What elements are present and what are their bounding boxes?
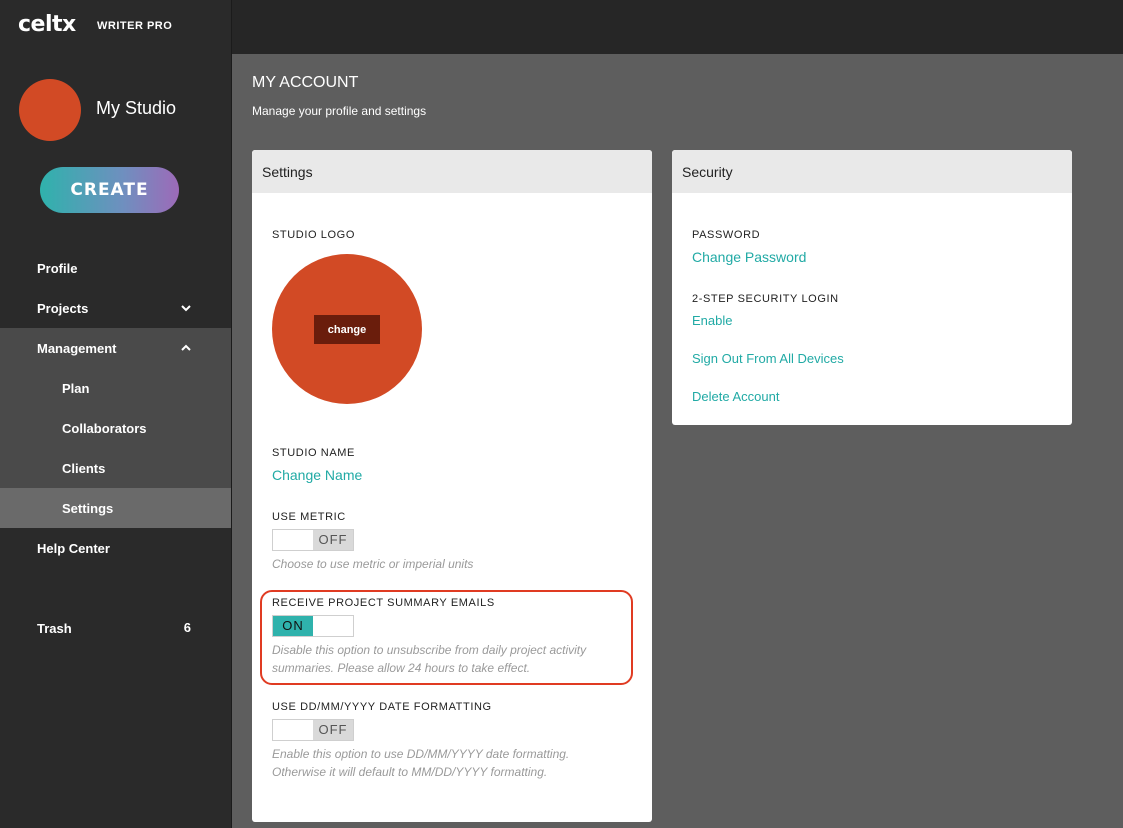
enable-two-step-link[interactable]: Enable <box>692 313 732 328</box>
studio-logo-label: STUDIO LOGO <box>272 229 355 241</box>
date-format-toggle[interactable]: OFF <box>272 719 354 741</box>
toggle-knob <box>273 530 313 550</box>
studio-logo-image: change <box>272 254 422 404</box>
sidebar-item-profile[interactable]: Profile <box>0 248 231 288</box>
top-bar <box>232 0 1123 54</box>
summary-emails-hint-line-1: Disable this option to unsubscribe from … <box>272 643 587 657</box>
sidebar-item-management[interactable]: Management <box>0 328 231 368</box>
date-format-hint-line-2: Otherwise it will default to MM/DD/YYYY … <box>272 765 548 779</box>
password-label: PASSWORD <box>692 229 761 241</box>
date-format-hint-line-1: Enable this option to use DD/MM/YYYY dat… <box>272 747 570 761</box>
sidebar-item-trash[interactable]: Trash 6 <box>0 608 231 648</box>
security-card: Security PASSWORD Change Password 2-STEP… <box>672 150 1072 425</box>
toggle-state: OFF <box>313 530 353 550</box>
sidebar-item-label: Projects <box>37 300 89 316</box>
sidebar-item-label: Collaborators <box>62 420 147 436</box>
sidebar-item-label: Trash <box>37 620 72 636</box>
chevron-up-icon[interactable] <box>179 341 193 355</box>
sidebar-item-plan[interactable]: Plan <box>0 368 231 408</box>
sidebar-item-label: Help Center <box>37 540 110 556</box>
sidebar-item-label: Settings <box>62 500 114 516</box>
summary-emails-hint-line-2: summaries. Please allow 24 hours to take… <box>272 661 531 675</box>
settings-card-header: Settings <box>252 150 652 193</box>
trash-count: 6 <box>183 620 191 635</box>
studio-name[interactable]: My Studio <box>96 98 176 119</box>
use-metric-hint: Choose to use metric or imperial units <box>272 557 474 571</box>
create-button[interactable]: CREATE <box>40 167 179 213</box>
change-name-link[interactable]: Change Name <box>272 467 362 483</box>
change-logo-button[interactable]: change <box>314 315 380 344</box>
sidebar-item-clients[interactable]: Clients <box>0 448 231 488</box>
sidebar-item-settings[interactable]: Settings <box>0 488 231 528</box>
studio-avatar[interactable] <box>19 79 81 141</box>
toggle-knob <box>313 616 353 636</box>
toggle-knob <box>273 720 313 740</box>
chevron-down-icon[interactable] <box>179 301 193 315</box>
toggle-state: OFF <box>313 720 353 740</box>
use-metric-toggle[interactable]: OFF <box>272 529 354 551</box>
sidebar-item-help-center[interactable]: Help Center <box>0 528 231 568</box>
sidebar-item-label: Profile <box>37 260 78 276</box>
studio-name-label: STUDIO NAME <box>272 447 355 459</box>
sidebar-item-label: Management <box>37 340 117 356</box>
summary-emails-label: RECEIVE PROJECT SUMMARY EMAILS <box>272 597 495 609</box>
edition-label: WRITER PRO <box>97 20 173 32</box>
summary-emails-toggle[interactable]: ON <box>272 615 354 637</box>
sidebar-item-label: Plan <box>62 380 90 396</box>
settings-card: Settings STUDIO LOGO change STUDIO NAME … <box>252 150 652 822</box>
sidebar-divider <box>231 0 232 828</box>
two-step-label: 2-STEP SECURITY LOGIN <box>692 293 839 305</box>
celtx-logo[interactable]: celtx <box>18 12 76 37</box>
sidebar: celtx WRITER PRO My Studio CREATE Profil… <box>0 0 232 828</box>
date-format-label: USE DD/MM/YYYY DATE FORMATTING <box>272 701 492 713</box>
sidebar-item-collaborators[interactable]: Collaborators <box>0 408 231 448</box>
page-subtitle: Manage your profile and settings <box>252 104 427 118</box>
sidebar-item-projects[interactable]: Projects <box>0 288 231 328</box>
change-password-link[interactable]: Change Password <box>692 249 806 265</box>
toggle-state: ON <box>273 616 313 636</box>
sidebar-item-label: Clients <box>62 460 106 476</box>
delete-account-link[interactable]: Delete Account <box>692 389 779 404</box>
sign-out-all-devices-link[interactable]: Sign Out From All Devices <box>692 351 844 366</box>
use-metric-label: USE METRIC <box>272 511 346 523</box>
security-card-header: Security <box>672 150 1072 193</box>
page-title: MY ACCOUNT <box>252 74 359 91</box>
